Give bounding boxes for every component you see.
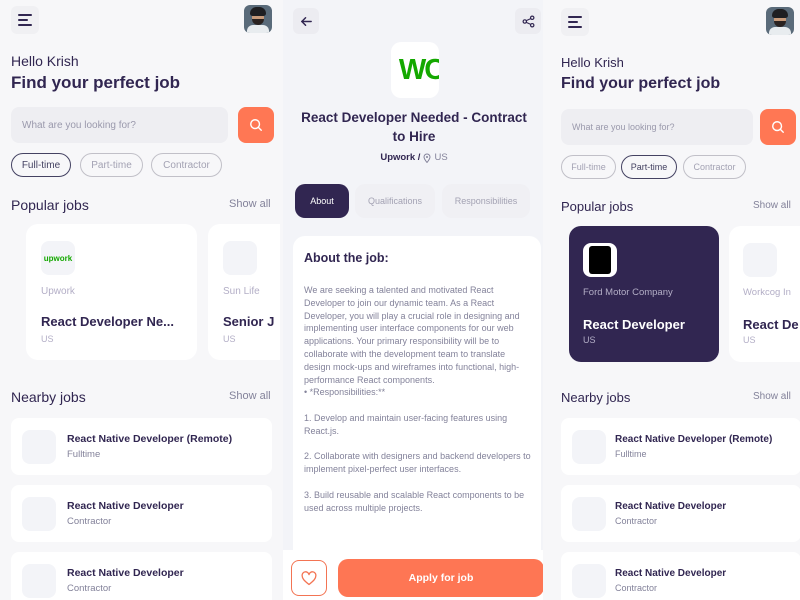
share-icon xyxy=(522,15,534,27)
job-location: US xyxy=(743,335,756,345)
page-title: Find your perfect job xyxy=(11,73,181,92)
nearby-job-card[interactable]: React Native Developer (Remote) Fulltime xyxy=(11,418,272,475)
popular-show-all[interactable]: Show all xyxy=(753,200,791,211)
search-bar xyxy=(561,109,753,145)
menu-button[interactable] xyxy=(561,8,589,36)
chip-part-time[interactable]: Part-time xyxy=(80,153,143,177)
search-bar xyxy=(11,107,228,143)
menu-icon xyxy=(18,14,32,26)
company-name: Upwork xyxy=(41,286,75,297)
search-button[interactable] xyxy=(238,107,274,143)
job-location: US xyxy=(434,152,448,163)
company-logo xyxy=(572,496,606,531)
company-logo: WC xyxy=(391,42,439,98)
share-button[interactable] xyxy=(515,8,541,34)
nearby-job-card[interactable]: React Native Developer Contractor xyxy=(561,552,800,600)
nearby-jobs-title: Nearby jobs xyxy=(11,389,86,405)
tab-responsibilities[interactable]: Responsibilities xyxy=(442,184,530,218)
home-screen-fulltime: Hello Krish Find your perfect job Full-t… xyxy=(0,0,280,600)
job-location: US xyxy=(223,334,236,344)
menu-button[interactable] xyxy=(11,6,39,34)
job-title: React De xyxy=(743,317,799,332)
job-title: React Native Developer xyxy=(67,500,184,512)
search-icon xyxy=(250,119,262,131)
company-name: Ford Motor Company xyxy=(583,287,673,298)
job-location: US xyxy=(583,335,596,345)
job-title: React Native Developer (Remote) xyxy=(67,433,233,445)
apply-button[interactable]: Apply for job xyxy=(338,559,543,597)
chip-contractor[interactable]: Contractor xyxy=(683,155,746,179)
chip-contractor[interactable]: Contractor xyxy=(151,153,222,177)
about-title: About the job: xyxy=(304,251,389,265)
back-arrow-icon xyxy=(300,16,312,26)
search-button[interactable] xyxy=(760,109,796,145)
search-input[interactable] xyxy=(572,122,753,132)
nearby-job-card[interactable]: React Native Developer (Remote) Fulltime xyxy=(561,418,800,475)
heart-icon xyxy=(301,570,317,585)
job-type: Contractor xyxy=(615,583,658,593)
nearby-job-card[interactable]: React Native Developer Contractor xyxy=(11,485,272,542)
greeting: Hello Krish xyxy=(561,55,624,70)
chip-full-time[interactable]: Full-time xyxy=(11,153,71,177)
avatar[interactable] xyxy=(766,7,794,35)
nearby-show-all[interactable]: Show all xyxy=(229,390,271,402)
company-logo xyxy=(583,243,617,277)
search-input[interactable] xyxy=(22,119,228,131)
search-icon xyxy=(772,121,784,133)
about-card: About the job: We are seeking a talented… xyxy=(293,236,541,566)
menu-icon xyxy=(568,16,582,28)
job-title: React Developer Needed - Contract to Hir… xyxy=(301,110,527,144)
like-button[interactable] xyxy=(291,560,327,596)
nearby-job-card[interactable]: React Native Developer Contractor xyxy=(11,552,272,600)
popular-jobs-title: Popular jobs xyxy=(11,197,89,213)
nearby-job-card[interactable]: React Native Developer Contractor xyxy=(561,485,800,542)
job-title: React Developer xyxy=(583,317,685,332)
job-title: React Native Developer xyxy=(615,501,727,512)
job-title: Senior J xyxy=(223,314,275,329)
job-type: Contractor xyxy=(67,516,112,527)
job-title: React Native Developer xyxy=(615,568,727,579)
avatar[interactable] xyxy=(244,5,272,33)
company-logo: upwork xyxy=(41,241,75,275)
job-type: Fulltime xyxy=(67,449,101,460)
greeting: Hello Krish xyxy=(11,53,79,69)
popular-show-all[interactable]: Show all xyxy=(229,198,271,210)
job-type: Contractor xyxy=(615,516,658,526)
job-details-screen: WC React Developer Needed - Contract to … xyxy=(283,0,543,600)
job-footer: Apply for job xyxy=(283,550,543,600)
popular-job-card[interactable]: upwork Upwork React Developer Ne... US xyxy=(26,224,197,360)
popular-job-card[interactable]: Sun Life Senior J US xyxy=(208,224,280,360)
popular-job-card[interactable]: Workcog In React De US xyxy=(729,226,800,362)
chip-part-time[interactable]: Part-time xyxy=(621,155,677,179)
company-name: Upwork / xyxy=(380,152,421,163)
job-type: Contractor xyxy=(67,583,112,594)
company-logo xyxy=(22,563,56,598)
job-title: React Developer Ne... xyxy=(41,314,174,329)
company-logo xyxy=(572,429,606,464)
job-title: React Native Developer xyxy=(67,567,184,579)
job-location: US xyxy=(41,334,54,344)
chip-full-time[interactable]: Full-time xyxy=(561,155,616,179)
company-name: Workcog In xyxy=(743,287,791,298)
job-meta: Upwork / US xyxy=(293,152,535,163)
location-pin-icon xyxy=(423,153,431,163)
nearby-show-all[interactable]: Show all xyxy=(753,391,791,402)
company-logo xyxy=(22,429,56,464)
company-logo xyxy=(743,243,777,277)
popular-job-card-selected[interactable]: Ford Motor Company React Developer US xyxy=(569,226,719,362)
tab-about[interactable]: About xyxy=(295,184,349,218)
job-title: React Native Developer (Remote) xyxy=(615,434,773,445)
company-logo xyxy=(572,563,606,598)
home-screen-parttime: Hello Krish Find your perfect job Full-t… xyxy=(550,0,800,600)
company-logo xyxy=(223,241,257,275)
company-name: Sun Life xyxy=(223,286,260,297)
back-button[interactable] xyxy=(293,8,319,34)
about-text: We are seeking a talented and motivated … xyxy=(304,285,531,513)
popular-jobs-title: Popular jobs xyxy=(561,199,634,214)
page-title: Find your perfect job xyxy=(561,75,721,92)
company-logo xyxy=(22,496,56,531)
job-type: Fulltime xyxy=(615,449,647,459)
tab-qualifications[interactable]: Qualifications xyxy=(355,184,435,218)
nearby-jobs-title: Nearby jobs xyxy=(561,390,631,405)
